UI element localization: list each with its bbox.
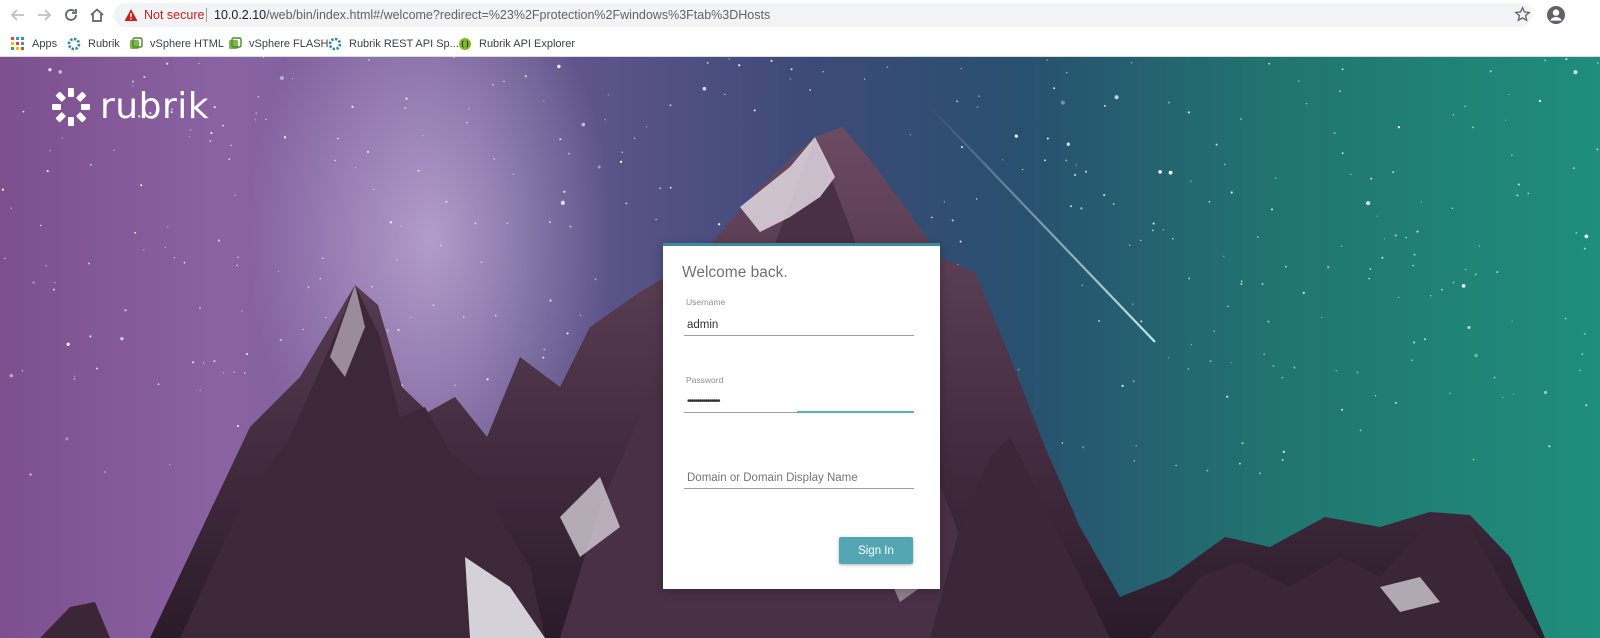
vsphere-icon xyxy=(130,37,143,49)
username-label: Username xyxy=(686,297,726,307)
arrow-left-icon xyxy=(10,9,24,21)
login-background: rubrik Welcome back. Username Password S… xyxy=(0,57,1600,638)
address-bar[interactable]: Not secure 10.0.2.10/web/bin/index.html#… xyxy=(114,3,1532,27)
bookmarks-bar: Apps Rubrik vSphere HTML vSphere FLASH R… xyxy=(0,31,1600,57)
password-label: Password xyxy=(686,375,724,385)
login-card: Welcome back. Username Password Sign In xyxy=(663,243,940,589)
bookmark-label: Rubrik xyxy=(88,38,120,50)
username-input[interactable] xyxy=(684,314,914,336)
bookmark-rubrik-api-explorer[interactable]: Rubrik API Explorer xyxy=(458,35,575,53)
bookmark-vsphere-html[interactable]: vSphere HTML xyxy=(129,35,224,53)
sign-in-button[interactable]: Sign In xyxy=(839,537,913,564)
arrow-right-icon xyxy=(38,9,52,21)
bookmark-label: vSphere FLASH xyxy=(249,38,329,50)
home-button[interactable] xyxy=(87,5,107,25)
url-host: 10.0.2.10 xyxy=(214,8,267,22)
bookmark-label: Rubrik API Explorer xyxy=(479,38,575,50)
swagger-icon xyxy=(459,38,471,50)
bookmark-label: vSphere HTML xyxy=(150,38,224,50)
bookmark-rubrik[interactable]: Rubrik xyxy=(67,35,120,53)
rubrik-favicon-icon xyxy=(67,37,81,51)
bookmark-vsphere-flash[interactable]: vSphere FLASH xyxy=(228,35,328,53)
reload-icon xyxy=(65,9,77,21)
rubrik-logo-icon xyxy=(52,88,90,126)
back-button[interactable] xyxy=(8,5,28,25)
home-icon xyxy=(90,8,104,22)
rubrik-logo: rubrik xyxy=(50,86,209,128)
password-focus-underline xyxy=(797,411,914,413)
bookmark-apps[interactable]: Apps xyxy=(11,35,57,53)
bookmark-label: Rubrik REST API Sp... xyxy=(349,38,459,50)
apps-grid-icon xyxy=(11,37,24,50)
url-text[interactable]: 10.0.2.10/web/bin/index.html#/welcome?re… xyxy=(214,8,770,22)
forward-button[interactable] xyxy=(34,5,54,25)
vsphere-icon xyxy=(229,37,242,49)
bookmark-label: Apps xyxy=(32,38,58,50)
login-title: Welcome back. xyxy=(682,264,788,281)
not-secure-label[interactable]: Not secure xyxy=(144,8,204,22)
url-path: /web/bin/index.html#/welcome?redirect=%2… xyxy=(266,8,771,22)
brand-wordmark: rubrik xyxy=(100,86,210,127)
domain-input[interactable] xyxy=(684,467,914,489)
bookmark-star-icon[interactable] xyxy=(1514,6,1531,23)
bookmark-rubrik-rest-api[interactable]: Rubrik REST API Sp... xyxy=(328,35,459,53)
warning-triangle-icon[interactable] xyxy=(124,8,138,22)
browser-toolbar: Not secure 10.0.2.10/web/bin/index.html#… xyxy=(0,0,1600,31)
rubrik-favicon-icon xyxy=(328,37,342,51)
reload-button[interactable] xyxy=(61,5,81,25)
url-divider xyxy=(206,8,207,22)
profile-avatar-icon[interactable] xyxy=(1546,5,1566,25)
password-input[interactable] xyxy=(684,391,914,413)
